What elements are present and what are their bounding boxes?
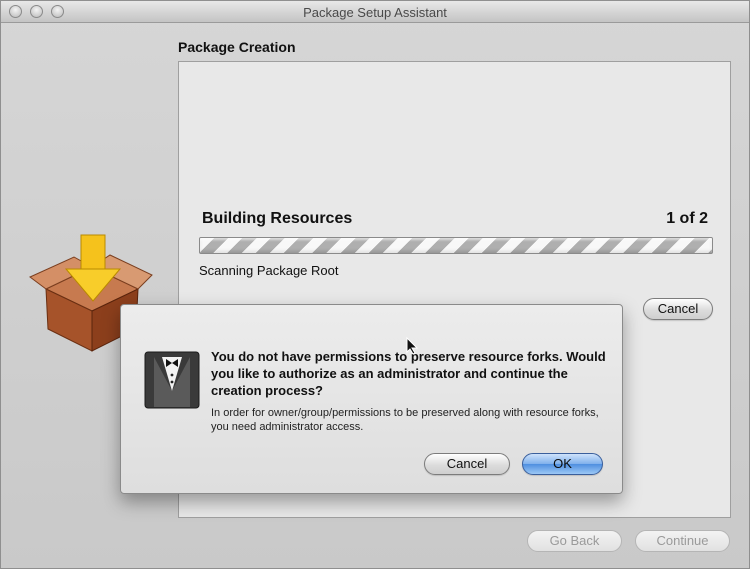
dialog-cancel-button[interactable]: Cancel: [424, 453, 510, 475]
dialog-body: In order for owner/group/permissions to …: [211, 407, 599, 433]
cancel-button[interactable]: Cancel: [643, 298, 713, 320]
dialog-heading: You do not have permissions to preserve …: [211, 349, 606, 398]
build-step-title: Building Resources: [202, 210, 353, 227]
title-bar: Package Setup Assistant: [1, 1, 749, 23]
continue-button[interactable]: Continue: [635, 530, 730, 552]
tuxedo-icon: [144, 351, 200, 409]
window-title: Package Setup Assistant: [303, 5, 447, 20]
package-setup-window: Package Setup Assistant Package Creation…: [0, 0, 750, 569]
progress-bar: [199, 237, 713, 254]
build-step-count: 1 of 2: [666, 210, 708, 227]
section-title: Package Creation: [178, 39, 296, 55]
status-text: Scanning Package Root: [199, 263, 339, 278]
progress-fill: [200, 238, 712, 253]
dialog-ok-button[interactable]: OK: [522, 453, 603, 475]
go-back-button[interactable]: Go Back: [527, 530, 622, 552]
mouse-cursor-icon: [406, 337, 418, 355]
